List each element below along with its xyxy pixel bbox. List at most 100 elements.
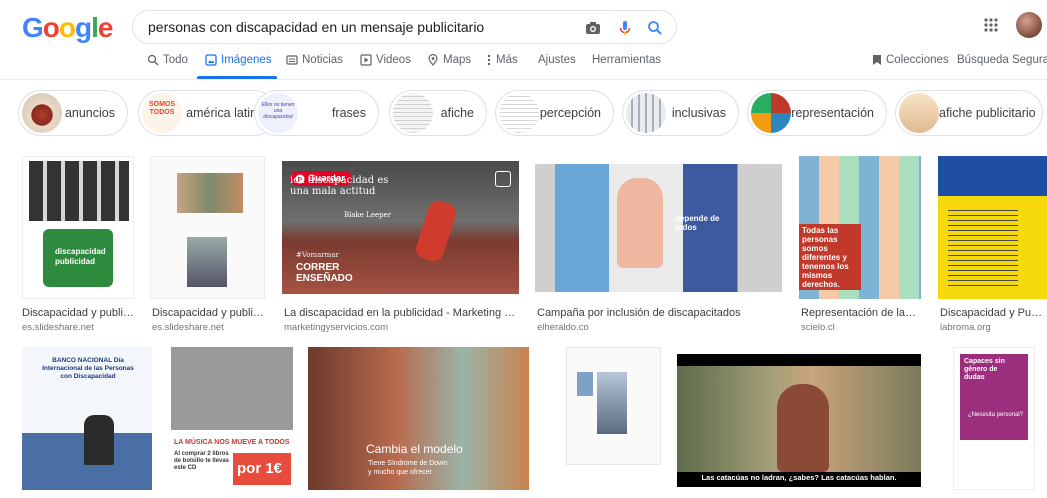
result-overlay-text: LA MÚSICA NOS MUEVE A TODOS bbox=[174, 439, 290, 446]
tab-label: Imágenes bbox=[221, 54, 272, 66]
tab-news[interactable]: Noticias bbox=[286, 54, 343, 66]
collections-label: Colecciones bbox=[886, 54, 949, 66]
result-image[interactable]: Todas las personas somos diferentes y te… bbox=[799, 156, 921, 299]
result-image[interactable]: BANCO NACIONAL Día Internacional de las … bbox=[22, 347, 152, 490]
result-price-text: por 1€ bbox=[237, 460, 283, 477]
logo-letter: l bbox=[91, 12, 99, 43]
chip-label: percepción bbox=[539, 106, 601, 120]
result-overlay-author: Blake Leeper bbox=[344, 211, 392, 219]
result-overlay-text: ica discapacidad es una mala actitud bbox=[290, 175, 389, 197]
result-source: elheraldo.co bbox=[537, 322, 589, 333]
result-caption[interactable]: Discapacidad y Publici... bbox=[940, 307, 1047, 319]
result-overlay-text: Capaces sin género de dudas bbox=[964, 358, 1005, 381]
search-box[interactable]: personas con discapacidad en un mensaje … bbox=[132, 10, 677, 44]
camera-icon[interactable] bbox=[583, 18, 603, 38]
search-icon[interactable] bbox=[645, 18, 665, 38]
logo-letter: o bbox=[42, 12, 60, 43]
result-image[interactable]: LA MÚSICA NOS MUEVE A TODOS Al comprar 2… bbox=[171, 347, 293, 490]
video-subtitle: Las catacúas no ladran, ¿sabes? Las cata… bbox=[701, 473, 897, 482]
result-image[interactable] bbox=[938, 156, 1047, 299]
tab-maps[interactable]: Maps bbox=[427, 54, 471, 66]
tab-tools[interactable]: Herramientas bbox=[592, 54, 661, 66]
tab-videos[interactable]: Videos bbox=[360, 54, 411, 66]
collections-link[interactable]: Colecciones bbox=[872, 54, 949, 66]
map-pin-icon bbox=[428, 54, 438, 66]
search-icon bbox=[147, 54, 159, 66]
chip-label: frases bbox=[331, 106, 366, 120]
more-vertical-icon bbox=[487, 54, 491, 66]
chip-thumbnail bbox=[22, 93, 62, 133]
result-overlay-detail: ¿Necesita personal? bbox=[968, 412, 1024, 418]
result-overlay-tag: #Vomarmar bbox=[296, 251, 339, 259]
result-overlay-text: Todas las personas somos diferentes y te… bbox=[802, 226, 849, 289]
result-image[interactable] bbox=[566, 347, 661, 465]
chip-thumbnail-text: SOMOS TODOS bbox=[148, 101, 176, 116]
tab-label: Ajustes bbox=[538, 54, 576, 66]
logo-letter: G bbox=[22, 12, 44, 43]
apps-grid-icon[interactable] bbox=[983, 17, 999, 33]
result-caption[interactable]: Representación de las pe... bbox=[801, 307, 919, 319]
chip-label: anuncios bbox=[64, 106, 115, 120]
chip-anuncios[interactable]: anuncios bbox=[18, 90, 128, 136]
chip-representacion[interactable]: representación bbox=[747, 90, 887, 136]
chip-thumbnail bbox=[499, 93, 539, 133]
result-overlay-detail: Tiene Síndrome de Down y mucho que ofrec… bbox=[368, 460, 448, 476]
result-overlay-text: BANCO NACIONAL Día Internacional de las … bbox=[42, 357, 134, 380]
tab-label: Todo bbox=[163, 54, 188, 66]
tab-label: Más bbox=[496, 54, 518, 66]
search-tabs: Todo Imágenes Noticias Videos Maps Más A… bbox=[0, 52, 1047, 80]
chip-label: afiche bbox=[440, 106, 474, 120]
chip-percepcion[interactable]: percepción bbox=[495, 90, 614, 136]
result-image[interactable]: P Guardar ica discapacidad es una mala a… bbox=[282, 161, 519, 294]
logo-letter: e bbox=[97, 12, 114, 43]
chip-label: afiche publicitario bbox=[939, 106, 1036, 120]
result-caption[interactable]: Campaña por inclusión de discapacitados bbox=[537, 307, 782, 319]
chip-label: representación bbox=[791, 106, 874, 120]
result-image[interactable]: discapacidad publicidad bbox=[22, 156, 134, 299]
chip-frases[interactable]: Ellos no tienen una discapacidad frases bbox=[254, 90, 379, 136]
news-icon bbox=[286, 55, 298, 65]
tab-label: Videos bbox=[376, 54, 411, 66]
result-source: scielo.cl bbox=[801, 322, 835, 333]
chip-afiche[interactable]: afiche bbox=[389, 90, 487, 136]
tab-all[interactable]: Todo bbox=[147, 54, 188, 66]
result-caption[interactable]: La discapacidad en la publicidad - Marke… bbox=[284, 307, 519, 319]
tab-more[interactable]: Más bbox=[486, 54, 518, 66]
chip-thumbnail bbox=[626, 93, 666, 133]
result-overlay-text: Cambia el modelo bbox=[366, 442, 463, 456]
result-image[interactable]: Cambia el modelo Tiene Síndrome de Down … bbox=[308, 347, 529, 490]
tab-settings[interactable]: Ajustes bbox=[538, 54, 576, 66]
logo-letter: o bbox=[58, 12, 76, 43]
result-image[interactable] bbox=[150, 156, 265, 299]
search-input[interactable]: personas con discapacidad en un mensaje … bbox=[148, 19, 484, 35]
image-icon bbox=[205, 54, 217, 66]
result-overlay-text: discapacidad publicidad bbox=[55, 247, 106, 266]
result-image[interactable]: depende de todos bbox=[535, 164, 782, 292]
result-overlay-bottom: CORRER ENSEÑADO bbox=[296, 262, 353, 284]
tab-label: Herramientas bbox=[592, 54, 662, 66]
result-image[interactable]: Las catacúas no ladran, ¿sabes? Las cata… bbox=[677, 354, 921, 487]
result-source: marketingyservicios.com bbox=[284, 322, 388, 333]
result-source: es.slideshare.net bbox=[22, 322, 94, 333]
chip-thumbnail: SOMOS TODOS bbox=[142, 93, 182, 133]
lens-search-icon[interactable] bbox=[495, 171, 511, 187]
logo-letter: g bbox=[75, 12, 92, 43]
chip-thumbnail bbox=[899, 93, 939, 133]
safe-search-menu[interactable]: Búsqueda Segura bbox=[957, 54, 1047, 66]
related-chips: anuncios SOMOS TODOS américa latina Ello… bbox=[0, 90, 1047, 136]
play-icon bbox=[360, 54, 372, 66]
chip-thumbnail bbox=[751, 93, 791, 133]
result-caption[interactable]: Discapacidad y publici... bbox=[22, 307, 134, 319]
microphone-icon[interactable] bbox=[615, 18, 635, 38]
tab-images[interactable]: Imágenes bbox=[205, 54, 272, 66]
bookmark-icon bbox=[873, 55, 881, 65]
top-bar: Google personas con discapacidad en un m… bbox=[0, 0, 1047, 52]
active-tab-indicator bbox=[197, 76, 277, 79]
result-caption[interactable]: Discapacidad y publicid... bbox=[152, 307, 265, 319]
account-avatar[interactable] bbox=[1016, 12, 1042, 38]
chip-afiche-publicitario[interactable]: afiche publicitario bbox=[895, 90, 1043, 136]
result-image[interactable]: Capaces sin género de dudas ¿Necesita pe… bbox=[953, 347, 1035, 490]
tab-label: Noticias bbox=[302, 54, 343, 66]
chip-inclusivas[interactable]: inclusivas bbox=[622, 90, 739, 136]
google-logo[interactable]: Google bbox=[22, 12, 114, 44]
